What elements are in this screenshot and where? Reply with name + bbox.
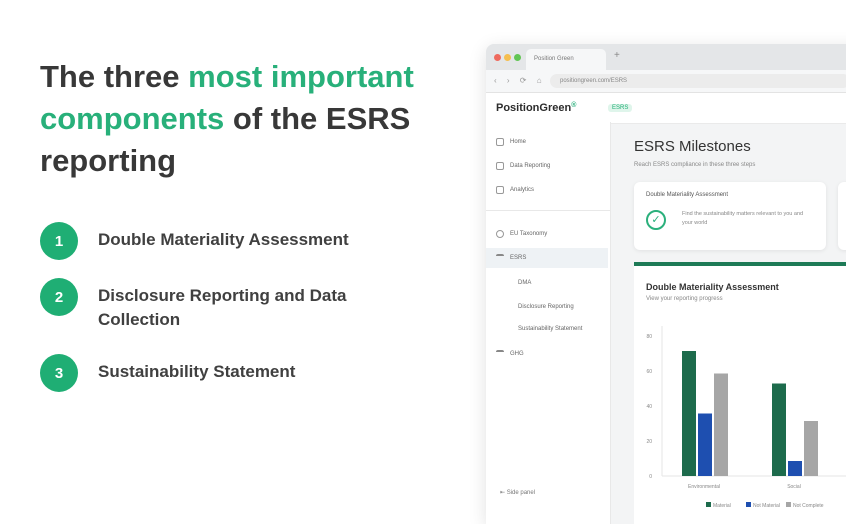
legend-label: Material (713, 503, 731, 509)
logo-text: PositionGreen (496, 102, 572, 114)
sidebar-item-label: Data Reporting (510, 163, 551, 169)
milestone-card-next[interactable] (838, 182, 846, 250)
check-circle-icon: ✓ (646, 210, 666, 230)
sidebar-item-label: Analytics (510, 187, 535, 193)
new-tab-icon[interactable]: + (614, 50, 620, 61)
bar-chart: 0 20 40 60 80 Environmental Social Material Not … (646, 326, 846, 509)
sidebar-item-label: Disclosure Reporting (518, 304, 574, 310)
step-text: Double Materiality Assessment (98, 230, 349, 249)
sidebar-item-label: EU Taxonomy (510, 231, 548, 237)
page-title: ESRS Milestones (634, 138, 751, 155)
logo-mark: ® (571, 102, 577, 109)
bar (698, 413, 712, 476)
step-2: 2 Disclosure Reporting and Data Collecti… (40, 278, 418, 332)
home-icon (496, 138, 504, 146)
legend-swatch (706, 502, 711, 507)
chart-panel: Double Materiality Assessment View your … (634, 266, 846, 524)
app-logo: PositionGreen® (496, 102, 576, 114)
esrs-badge: ESRS (608, 104, 633, 112)
page-subtitle: Reach ESRS compliance in these three ste… (634, 162, 756, 168)
step-text: Sustainability Statement (98, 362, 296, 381)
maximize-dot-icon[interactable] (514, 54, 521, 61)
sidebar-item-home[interactable]: Home (496, 138, 526, 146)
sidebar-item-label: ESRS (510, 255, 527, 261)
y-tick-label: 20 (646, 439, 652, 445)
legend-label: Not Material (753, 503, 780, 509)
legend-label: Not Complete (793, 503, 824, 509)
bar (714, 373, 728, 476)
sidebar-item-ghg[interactable]: GHG (496, 350, 524, 358)
panel-subtitle: View your reporting progress (646, 296, 723, 302)
panel-title: Double Materiality Assessment (646, 282, 779, 292)
bar (682, 351, 696, 476)
browser-tab[interactable]: Position Green (526, 49, 606, 70)
y-tick-label: 40 (646, 404, 652, 410)
menu-icon (496, 350, 504, 358)
sidebar-subitem-disclosure[interactable]: Disclosure Reporting (518, 304, 574, 310)
bar (772, 383, 786, 476)
headline-part1: The three (40, 59, 189, 94)
sidebar-divider (486, 210, 610, 211)
card-description: Find the sustainability matters relevant… (682, 211, 804, 226)
sidebar-item-eu-taxonomy[interactable]: EU Taxonomy (496, 230, 547, 238)
y-tick-label: 0 (649, 474, 652, 480)
milestone-card[interactable]: Double Materiality Assessment ✓ Find the… (634, 182, 826, 250)
y-tick-label: 80 (646, 334, 652, 340)
sidebar-item-analytics[interactable]: Analytics (496, 186, 534, 194)
sidebar-item-label: Home (510, 139, 527, 145)
collapse-sidebar-button[interactable]: ⇤ Side panel (500, 489, 535, 496)
circle-icon (496, 230, 504, 238)
legend-swatch (746, 502, 751, 507)
sidebar-item-label: Sustainability Statement (518, 326, 583, 332)
step-3: 3 Sustainability Statement (40, 354, 418, 392)
tab-bar: Position Green + (486, 44, 846, 70)
bar (788, 461, 802, 476)
x-tick-label: Social (787, 484, 801, 490)
sidebar-item-esrs[interactable]: ESRS (496, 254, 526, 262)
sidebar-item-data-reporting[interactable]: Data Reporting (496, 162, 550, 170)
sidebar-item-label: DMA (518, 280, 532, 286)
nav-buttons-icon[interactable]: ‹ › ⟳ ⌂ (494, 76, 546, 85)
document-icon (496, 162, 504, 170)
card-title: Double Materiality Assessment (646, 192, 729, 198)
bar (804, 421, 818, 476)
step-number: 2 (40, 278, 78, 316)
sidebar-item-label: GHG (510, 351, 524, 357)
legend-swatch (786, 502, 791, 507)
close-dot-icon[interactable] (494, 54, 501, 61)
analytics-icon (496, 186, 504, 194)
browser-window: Position Green + ‹ › ⟳ ⌂ positiongreen.c… (486, 44, 846, 524)
url-field[interactable]: positiongreen.com/ESRS (550, 74, 846, 88)
collapse-label: Side panel (506, 490, 536, 496)
app-header: PositionGreen® ESRS (486, 93, 846, 124)
minimize-dot-icon[interactable] (504, 54, 511, 61)
url-bar: ‹ › ⟳ ⌂ positiongreen.com/ESRS (486, 70, 846, 93)
x-tick-label: Environmental (688, 484, 720, 490)
sidebar-subitem-statement[interactable]: Sustainability Statement (518, 326, 582, 332)
step-number: 1 (40, 222, 78, 260)
menu-icon (496, 254, 504, 262)
step-number: 3 (40, 354, 78, 392)
sidebar-subitem-dma[interactable]: DMA (518, 280, 531, 286)
step-text: Disclosure Reporting and Data Collection (98, 286, 347, 329)
sidebar: Home Data Reporting Analytics EU Taxonom… (486, 122, 611, 524)
headline: The three most important components of t… (40, 56, 440, 182)
y-tick-label: 60 (646, 369, 652, 375)
step-1: 1 Double Materiality Assessment (40, 222, 418, 260)
